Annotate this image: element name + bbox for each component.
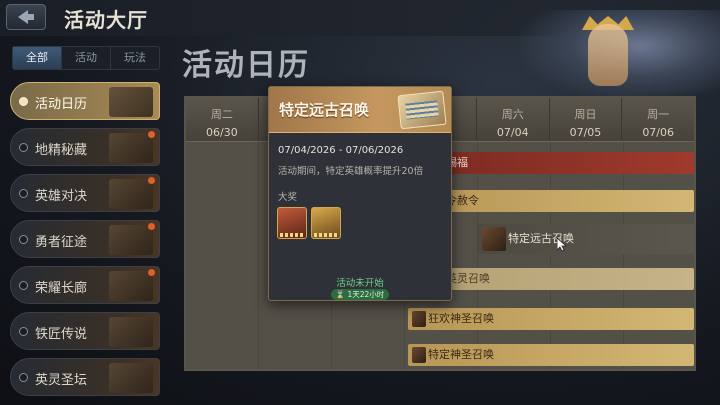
event-icon: [412, 347, 426, 363]
sidebar-item-brave-journey[interactable]: 勇者征途: [10, 220, 160, 258]
event-status: 活动未开始: [336, 278, 384, 289]
blacksmith-thumb-icon: [109, 317, 153, 347]
sidebar-item-label: 英雄对决: [35, 189, 88, 204]
popup-header: 特定远古召唤: [269, 87, 451, 133]
sidebar-item-label: 铁匠传说: [35, 327, 88, 342]
radio-dot-icon: [19, 235, 28, 244]
duel-thumb-icon: [109, 179, 153, 209]
event-label: 特定神圣召唤: [428, 348, 494, 361]
day-column: 周二 06/30: [186, 98, 259, 141]
event-bar[interactable]: 特定神圣召唤: [408, 344, 694, 366]
popup-title: 特定远古召唤: [279, 101, 370, 119]
event-description: 活动期间，特定英雄概率提升20倍: [278, 166, 424, 177]
mouse-cursor-icon: [557, 238, 567, 252]
notification-badge: [148, 223, 155, 230]
event-bar[interactable]: 特定远古召唤: [478, 224, 694, 254]
day-name: 周一: [647, 108, 670, 121]
day-date: 06/30: [206, 126, 238, 139]
back-arrow-icon: [18, 10, 34, 24]
journey-thumb-icon: [109, 225, 153, 255]
sidebar-item-goblin-treasure[interactable]: 地精秘藏: [10, 128, 160, 166]
day-date: 07/05: [569, 126, 602, 139]
glory-thumb-icon: [109, 271, 153, 301]
reward-hero-icon[interactable]: [311, 207, 341, 239]
radio-dot-icon: [19, 327, 28, 336]
event-detail-popup: 特定远古召唤 07/04/2026 - 07/06/2026 活动期间，特定英雄…: [268, 86, 452, 301]
event-bar[interactable]: 狂欢神圣召唤: [408, 308, 694, 330]
tab-gameplay[interactable]: 玩法: [111, 47, 159, 69]
sidebar-item-label: 英灵圣坛: [35, 373, 88, 388]
event-bar[interactable]: 令赦令: [426, 190, 694, 212]
altar-thumb-icon: [109, 363, 153, 393]
star-rating-icon: [314, 233, 339, 237]
event-bar[interactable]: 赐福: [426, 152, 694, 174]
app-title: 活动大厅: [64, 8, 148, 32]
sidebar-item-hero-duel[interactable]: 英雄对决: [10, 174, 160, 212]
sidebar-item-calendar[interactable]: 活动日历: [10, 82, 160, 120]
star-rating-icon: [280, 233, 305, 237]
radio-dot-icon: [19, 189, 28, 198]
category-tabs: 全部 活动 玩法: [12, 46, 160, 70]
radio-dot-icon: [19, 373, 28, 382]
event-icon: [412, 311, 426, 327]
radio-dot-icon: [19, 281, 28, 290]
event-label: 英灵召唤: [446, 272, 490, 285]
day-name: 周二: [210, 108, 233, 121]
tab-all[interactable]: 全部: [13, 47, 62, 69]
sidebar-item-spirit-altar[interactable]: 英灵圣坛: [10, 358, 160, 396]
day-date: 07/06: [642, 126, 675, 139]
sidebar-item-label: 荣耀长廊: [35, 281, 88, 296]
hero-portrait: [520, 10, 720, 100]
day-column: 周一 07/06: [622, 98, 694, 141]
sidebar: 活动日历 地精秘藏 英雄对决 勇者征途 荣耀长廊 铁匠传说 英灵圣坛: [10, 82, 160, 405]
sidebar-item-label: 地精秘藏: [35, 143, 88, 158]
sidebar-item-blacksmith[interactable]: 铁匠传说: [10, 312, 160, 350]
day-column: 周六 07/04: [477, 98, 550, 141]
page-title: 活动日历: [182, 48, 310, 83]
event-date-range: 07/04/2026 - 07/06/2026: [278, 145, 404, 156]
radio-dot-icon: [19, 143, 28, 152]
notification-badge: [148, 131, 155, 138]
countdown-timer: ⌛ 1天22小时: [331, 289, 389, 300]
reward-hero-icon[interactable]: [277, 207, 307, 239]
summon-icon: [482, 227, 506, 251]
summon-scroll-icon: [397, 90, 447, 130]
notification-badge: [148, 269, 155, 276]
calendar-thumb-icon: [109, 87, 153, 117]
countdown-text: 1天22小时: [347, 290, 385, 299]
hero-face: [588, 24, 628, 86]
day-date: 07/04: [496, 126, 529, 139]
notification-badge: [148, 177, 155, 184]
event-bar[interactable]: 英灵召唤: [426, 268, 694, 290]
radio-dot-icon: [19, 97, 28, 106]
day-name: 周六: [501, 108, 524, 121]
day-name: 周日: [574, 108, 597, 121]
sidebar-item-label: 勇者征途: [35, 235, 88, 250]
reward-label: 大奖: [278, 192, 298, 203]
back-button[interactable]: [6, 4, 46, 30]
sidebar-item-label: 活动日历: [35, 97, 88, 112]
tab-activity[interactable]: 活动: [62, 47, 111, 69]
sidebar-item-glory-hall[interactable]: 荣耀长廊: [10, 266, 160, 304]
day-column: 周日 07/05: [550, 98, 623, 141]
event-label: 狂欢神圣召唤: [428, 312, 494, 325]
goblin-thumb-icon: [109, 133, 153, 163]
